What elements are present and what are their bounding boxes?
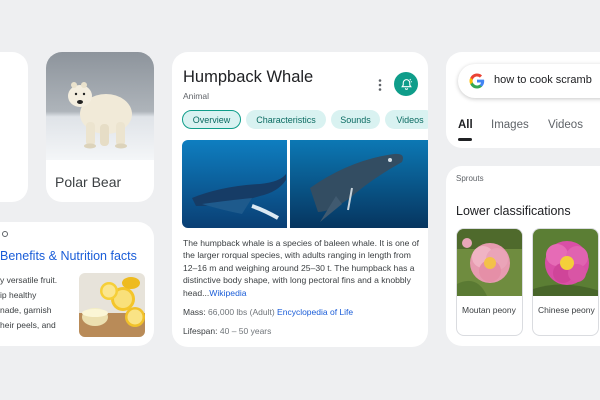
bell-alert-icon: [400, 78, 412, 90]
entity-subtitle: Animal: [183, 91, 209, 101]
partial-card: [0, 52, 28, 202]
whale-image[interactable]: [182, 140, 287, 228]
mass-value: 66,000 lbs (Adult): [208, 307, 275, 317]
lemon-text-line: nade, garnish: [0, 305, 52, 315]
lifespan-value: 40 – 50 years: [219, 326, 272, 336]
tab-characteristics[interactable]: Characteristics: [246, 110, 326, 129]
tab-overview[interactable]: Overview: [182, 110, 241, 129]
polar-bear-label: Polar Bear: [55, 174, 122, 190]
classification-item[interactable]: Chinese peony: [532, 228, 599, 336]
search-input[interactable]: how to cook scramb: [458, 64, 600, 98]
tab-videos-search[interactable]: Videos: [548, 119, 583, 131]
more-vert-icon[interactable]: [375, 78, 385, 92]
lemon-text-line: y versatile fruit.: [0, 275, 58, 285]
search-query-text: how to cook scramb: [494, 74, 592, 86]
lemon-image: [79, 273, 145, 337]
knowledge-panel-card: Humpback Whale Animal Overview Character…: [172, 52, 428, 347]
classification-card: Sprouts Lower classifications Moutan peo…: [446, 166, 600, 346]
lifespan-fact: Lifespan: 40 – 50 years: [183, 326, 271, 336]
google-g-icon: [469, 73, 485, 89]
section-heading: Lower classifications: [456, 204, 571, 218]
tab-videos[interactable]: Videos: [385, 110, 428, 129]
lifespan-label: Lifespan:: [183, 326, 218, 336]
moutan-peony-image: [457, 229, 522, 296]
tab-images[interactable]: Images: [491, 119, 529, 131]
polar-bear-card[interactable]: Polar Bear: [46, 52, 154, 202]
classification-label: Chinese peony: [538, 305, 595, 315]
lemon-text-line: heir peels, and: [0, 320, 56, 330]
lemon-nutrition-card[interactable]: Benefits & Nutrition facts y versatile f…: [0, 222, 154, 346]
classification-label: Moutan peony: [462, 305, 516, 315]
tab-all[interactable]: All: [458, 119, 473, 131]
mass-fact: Mass: 66,000 lbs (Adult) Encyclopedia of…: [183, 307, 353, 317]
classification-item[interactable]: Moutan peony: [456, 228, 523, 336]
entity-description: The humpback whale is a species of balee…: [183, 237, 419, 299]
active-tab-indicator: [458, 138, 472, 141]
source-label: Sprouts: [456, 174, 484, 183]
lemon-text-line: ip healthy: [0, 290, 37, 300]
search-card: how to cook scramb All Images Videos: [446, 52, 600, 148]
wikipedia-link[interactable]: Wikipedia: [209, 288, 246, 298]
source-dot-icon: [2, 231, 8, 237]
mass-source-link[interactable]: Encyclopedia of Life: [277, 307, 353, 317]
alert-button[interactable]: [394, 72, 418, 96]
mass-label: Mass:: [183, 307, 206, 317]
tab-sounds[interactable]: Sounds: [331, 110, 380, 129]
entity-title: Humpback Whale: [183, 68, 314, 86]
whale-image[interactable]: [290, 140, 428, 228]
lemon-card-title[interactable]: Benefits & Nutrition facts: [0, 249, 137, 263]
polar-bear-image: [46, 52, 154, 160]
chinese-peony-image: [533, 229, 598, 296]
